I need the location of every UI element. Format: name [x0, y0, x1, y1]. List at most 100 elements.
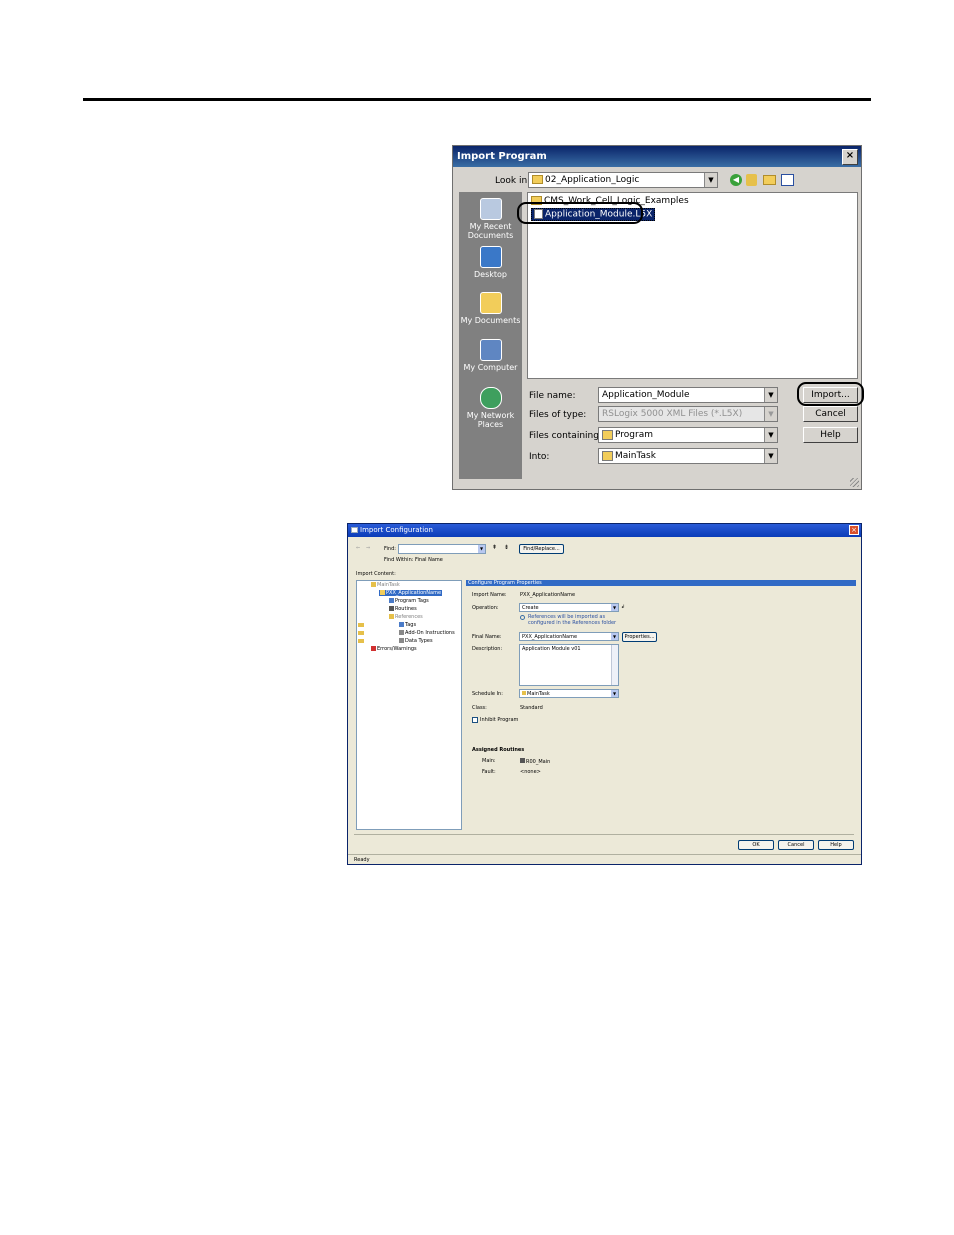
resize-grip[interactable]	[850, 478, 859, 487]
divider	[354, 834, 854, 835]
tree-item-errors-warnings[interactable]: Errors/Warnings	[371, 646, 417, 652]
find-next-icon[interactable]: ⇒	[366, 545, 370, 551]
look-in-value: 02_Application_Logic	[545, 175, 640, 185]
find-replace-button[interactable]: Find/Replace...	[519, 544, 564, 554]
look-in-dropdown[interactable]: 02_Application_Logic ▼	[528, 172, 718, 188]
highlight-oval-import	[797, 382, 864, 406]
task-icon	[522, 691, 526, 695]
new-folder-icon[interactable]	[763, 175, 776, 185]
window-icon	[351, 527, 358, 533]
place-my-network-places[interactable]: My Network Places	[459, 387, 522, 429]
task-icon	[371, 582, 376, 587]
tree-item-add-on-instructions[interactable]: Add-On Instructions	[399, 630, 455, 636]
fault-routine-value: <none>	[520, 769, 541, 775]
scrollbar[interactable]	[611, 645, 618, 685]
close-button[interactable]: ×	[842, 149, 858, 165]
place-desktop[interactable]: Desktop	[459, 246, 522, 279]
cancel-button[interactable]: Cancel	[803, 406, 858, 422]
schedule-in-dropdown[interactable]: MainTask ▼	[519, 689, 619, 698]
dialog-title: Import Configuration	[348, 524, 861, 537]
tree-item-program[interactable]: PXX_ApplicationName	[379, 590, 443, 596]
files-containing-dropdown[interactable]: Program ▼	[598, 427, 778, 443]
tree-item-routines[interactable]: Routines	[389, 606, 417, 612]
help-button[interactable]: Help	[803, 427, 858, 443]
my-documents-icon	[479, 292, 502, 314]
error-icon	[371, 646, 376, 651]
routine-icon	[520, 758, 525, 763]
chevron-down-icon[interactable]: ▼	[704, 173, 717, 187]
cancel-button[interactable]: Cancel	[778, 840, 814, 850]
tree-item-maintask[interactable]: MainTask	[371, 582, 400, 588]
description-label: Description:	[472, 646, 503, 652]
tree-item-references[interactable]: References	[389, 614, 423, 620]
ok-button[interactable]: OK	[738, 840, 774, 850]
import-content-tree[interactable]: MainTask PXX_ApplicationName Program Tag…	[356, 580, 462, 830]
files-of-type-dropdown: RSLogix 5000 XML Files (*.L5X) ▼	[598, 406, 778, 422]
task-icon	[602, 450, 613, 461]
folder-icon	[389, 614, 394, 619]
places-bar: My Recent Documents Desktop My Documents…	[459, 192, 522, 479]
page-header-rule	[83, 98, 871, 101]
back-icon[interactable]: ◀	[730, 174, 742, 186]
main-routine-value: R00_Main	[520, 758, 550, 765]
chevron-down-icon[interactable]: ▼	[611, 690, 618, 697]
tags-icon	[389, 598, 394, 603]
dialog-title: Import Program	[453, 146, 861, 167]
find-label: Find:	[384, 546, 396, 552]
description-textarea[interactable]: Application Module v01	[519, 644, 619, 686]
chevron-down-icon[interactable]: ▼	[478, 545, 485, 553]
import-name-value: PXX_ApplicationName	[520, 592, 576, 598]
place-my-computer[interactable]: My Computer	[459, 339, 522, 372]
main-routine-label: Main:	[482, 758, 496, 764]
panel-header: Configure Program Properties	[466, 580, 856, 586]
inhibit-program-label: Inhibit Program	[480, 717, 519, 723]
view-menu-icon[interactable]	[781, 174, 794, 186]
up-folder-icon[interactable]	[746, 174, 757, 186]
fault-routine-label: Fault:	[482, 769, 496, 775]
chevron-down-icon[interactable]: ▼	[764, 388, 777, 402]
files-of-type-label: Files of type:	[529, 410, 587, 420]
import-content-label: Import Content:	[356, 571, 396, 577]
program-icon	[602, 429, 613, 440]
link-icon	[358, 623, 364, 627]
tree-item-program-tags[interactable]: Program Tags	[389, 598, 429, 604]
recent-documents-icon	[479, 198, 502, 220]
tree-item-data-types[interactable]: Data Types	[399, 638, 433, 644]
properties-button[interactable]: Properties...	[622, 632, 657, 642]
into-dropdown[interactable]: MainTask ▼	[598, 448, 778, 464]
file-name-field[interactable]: Application_Module ▼	[598, 387, 778, 403]
final-name-field[interactable]: PXX_ApplicationName ▼	[519, 632, 619, 641]
routines-icon	[389, 606, 394, 611]
status-text: Ready	[354, 857, 370, 863]
references-note-line2: configured in the References folder	[528, 620, 617, 626]
find-down-icon[interactable]: ⇟	[504, 544, 509, 551]
import-configuration-dialog: Import Configuration × ⇐ ⇒ Find: ▼ ⇞ ⇟ F…	[347, 523, 862, 865]
class-value: Standard	[520, 705, 543, 711]
tree-item-tags[interactable]: Tags	[399, 622, 416, 628]
folder-icon	[532, 175, 543, 184]
info-icon	[520, 615, 525, 620]
files-containing-label: Files containing:	[529, 431, 602, 441]
assigned-routines-heading: Assigned Routines	[472, 747, 525, 753]
chevron-down-icon[interactable]: ▼	[764, 428, 777, 442]
data-types-icon	[399, 638, 404, 643]
find-previous-icon[interactable]: ⇐	[356, 545, 360, 551]
find-up-icon[interactable]: ⇞	[492, 544, 497, 551]
place-my-documents[interactable]: My Documents	[459, 292, 522, 325]
operation-dropdown[interactable]: Create ▼	[519, 603, 619, 612]
place-my-recent-documents[interactable]: My Recent Documents	[459, 198, 522, 240]
operation-info-icon: ↲	[621, 604, 626, 610]
add-on-icon	[399, 630, 404, 635]
find-input[interactable]: ▼	[398, 544, 486, 554]
inhibit-program-checkbox[interactable]	[472, 717, 478, 723]
chevron-down-icon[interactable]: ▼	[611, 633, 618, 640]
import-name-label: Import Name:	[472, 592, 507, 598]
properties-panel: Configure Program Properties Import Name…	[466, 580, 856, 830]
file-name-label: File name:	[529, 391, 576, 401]
close-button[interactable]: ×	[849, 525, 859, 535]
status-bar: Ready	[348, 854, 861, 864]
tags-icon	[399, 622, 404, 627]
chevron-down-icon[interactable]: ▼	[611, 604, 618, 611]
help-button[interactable]: Help	[818, 840, 854, 850]
chevron-down-icon[interactable]: ▼	[764, 449, 777, 463]
